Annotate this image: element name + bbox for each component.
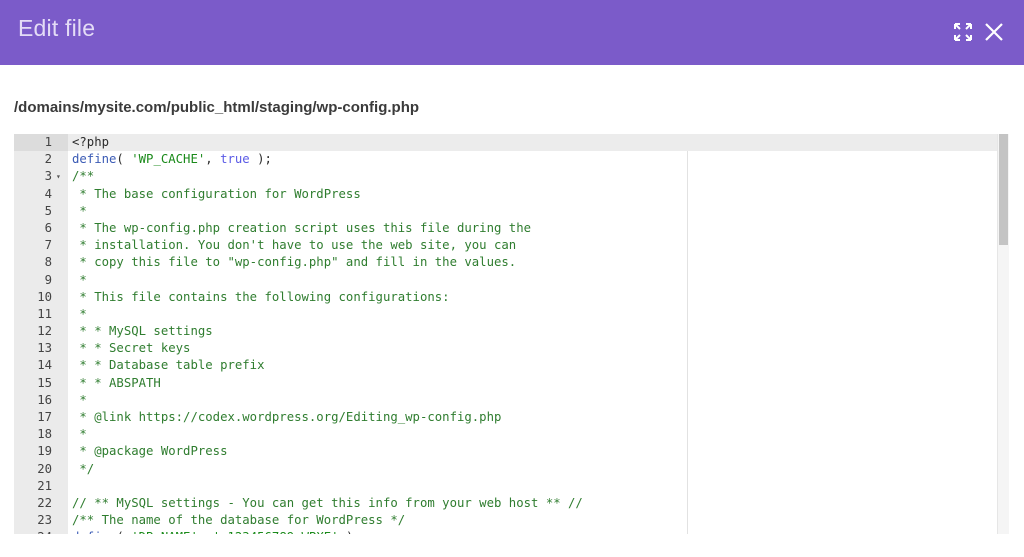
fold-toggle-icon[interactable]: ▾: [56, 168, 61, 185]
line-number: 15: [37, 375, 52, 390]
code-line[interactable]: 23 /** The name of the database for WordP…: [14, 512, 1009, 529]
code-text: * installation. You don't have to use th…: [72, 238, 517, 253]
code-line[interactable]: 13 * * Secret keys: [14, 340, 1009, 357]
line-number: 10: [37, 289, 52, 304]
code-text: // ** MySQL settings - You can get this …: [72, 495, 583, 510]
line-number: 12: [37, 324, 52, 339]
code-text: *: [72, 306, 87, 321]
line-number: 19: [37, 444, 52, 459]
code-line[interactable]: 4 * The base configuration for WordPress: [14, 186, 1009, 203]
code-text: */: [72, 461, 95, 476]
code-text: * copy this file to "wp-config.php" and …: [72, 255, 517, 270]
code-editor[interactable]: 1 <?php 2 define( 'WP_CACHE', true ); 3 ▾/** 4…: [14, 134, 1009, 534]
line-number: 20: [37, 461, 52, 476]
code-text: *: [72, 427, 87, 442]
code-text: /** The name of the database for WordPre…: [72, 513, 406, 528]
code-line[interactable]: 24 define( 'DB_NAME', 'u123456789_WPXE' )…: [14, 529, 1009, 534]
code-line[interactable]: 12 * * MySQL settings: [14, 323, 1009, 340]
dialog-header: Edit file: [0, 0, 1024, 65]
code-line[interactable]: 1 <?php: [14, 134, 1009, 152]
line-number: 7: [44, 238, 52, 253]
code-line[interactable]: 21: [14, 478, 1009, 495]
code-text: * The base configuration for WordPress: [72, 186, 361, 201]
code-line[interactable]: 10 * This file contains the following co…: [14, 289, 1009, 306]
code-text: * * Secret keys: [72, 341, 191, 356]
code-text: * @package WordPress: [72, 444, 228, 459]
code-text: /**: [72, 169, 95, 184]
file-path: /domains/mysite.com/public_html/staging/…: [14, 99, 420, 116]
line-number: 2: [44, 152, 52, 167]
code-text: *: [72, 272, 87, 287]
expand-icon[interactable]: [951, 20, 975, 44]
code-line[interactable]: 17 * @link https://codex.wordpress.org/E…: [14, 409, 1009, 426]
code-line[interactable]: 7 * installation. You don't have to use …: [14, 237, 1009, 254]
line-number: 17: [37, 410, 52, 424]
line-number: 16: [37, 392, 52, 407]
line-number: 24: [14, 529, 68, 534]
code-text: * The wp-config.php creation script uses…: [72, 220, 532, 235]
code-text: * @link https://codex.wordpress.org/Edit…: [72, 410, 502, 424]
code-line[interactable]: 8 * copy this file to "wp-config.php" an…: [14, 254, 1009, 271]
code-text: * * ABSPATH: [72, 375, 161, 390]
scrollbar-thumb[interactable]: [999, 134, 1008, 245]
line-number: 11: [37, 306, 52, 321]
code-text: define( 'WP_CACHE', true );: [72, 152, 272, 167]
dialog-title: Edit file: [18, 15, 96, 41]
line-number: 5: [44, 203, 52, 218]
code-text: <?php: [72, 135, 110, 149]
code-text: * This file contains the following confi…: [72, 289, 450, 304]
line-number: 13: [37, 341, 52, 356]
line-number: 4: [44, 186, 52, 201]
code-line[interactable]: 22 // ** MySQL settings - You can get thi…: [14, 495, 1009, 512]
line-number: 8: [44, 255, 52, 270]
code-line[interactable]: 2 define( 'WP_CACHE', true );: [14, 151, 1009, 168]
line-number: 23: [37, 513, 52, 528]
line-number: 18: [37, 427, 52, 442]
code-text: *: [72, 392, 87, 407]
vertical-scrollbar[interactable]: [997, 134, 1009, 534]
line-number: 6: [44, 220, 52, 235]
code-line[interactable]: 11 *: [14, 306, 1009, 323]
code-text: * * MySQL settings: [72, 324, 213, 339]
code-line[interactable]: 16 *: [14, 392, 1009, 409]
close-icon[interactable]: [982, 20, 1006, 44]
code-line[interactable]: 20 */: [14, 461, 1009, 478]
line-number: 1: [14, 134, 68, 152]
code-line[interactable]: 14 * * Database table prefix: [14, 357, 1009, 374]
line-number: 14: [37, 358, 52, 373]
code-line[interactable]: 6 * The wp-config.php creation script us…: [14, 220, 1009, 237]
code-lines[interactable]: 1 <?php 2 define( 'WP_CACHE', true ); 3 ▾/** 4…: [14, 134, 1009, 534]
code-text: define( 'DB_NAME', 'u123456789_WPXE' );: [72, 529, 361, 534]
code-text: * * Database table prefix: [72, 358, 265, 373]
code-line[interactable]: 3 ▾/**: [14, 168, 1009, 185]
code-text: *: [72, 203, 87, 218]
line-number: 21: [37, 478, 52, 493]
code-line[interactable]: 5 *: [14, 203, 1009, 220]
code-line[interactable]: 9 *: [14, 272, 1009, 289]
line-number: 9: [44, 272, 52, 287]
code-line[interactable]: 15 * * ABSPATH: [14, 375, 1009, 392]
line-number: 22: [37, 495, 52, 510]
code-line[interactable]: 19 * @package WordPress: [14, 443, 1009, 460]
code-line[interactable]: 18 *: [14, 426, 1009, 443]
